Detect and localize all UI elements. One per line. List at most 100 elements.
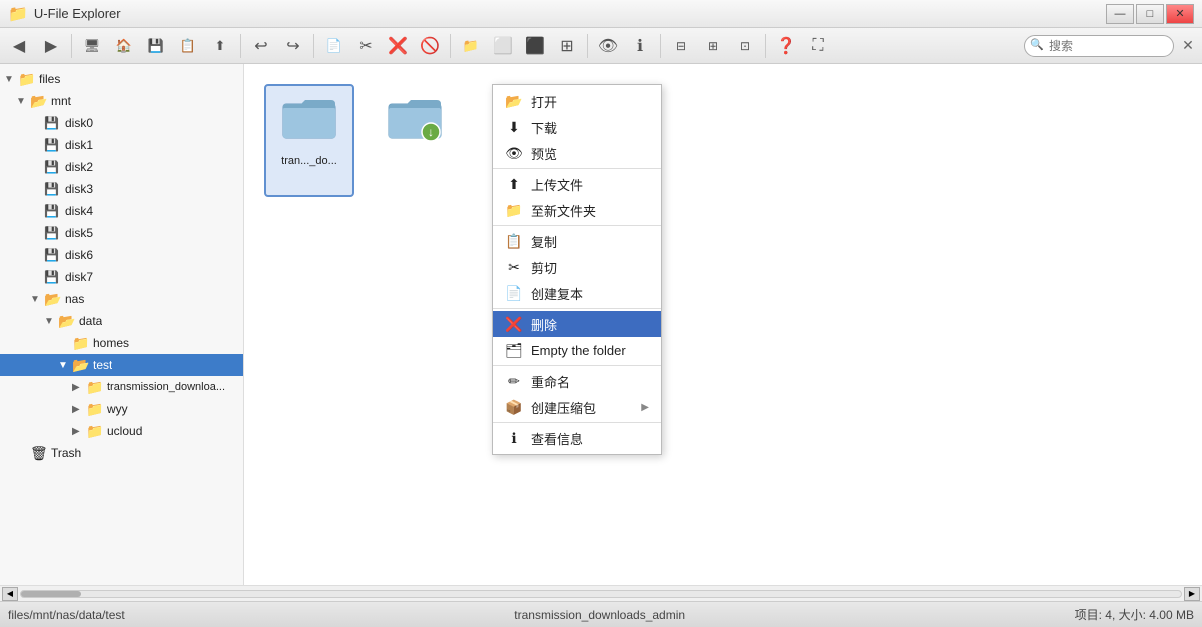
sidebar-item-mnt[interactable]: ▼ 📂 mnt — [0, 90, 243, 112]
arrow-icon: ▼ — [16, 96, 30, 107]
menu-item-label: 创建压缩包 — [531, 398, 633, 417]
sidebar-item-disk1[interactable]: 💾 disk1 — [0, 134, 243, 156]
sidebar-item-files[interactable]: ▼ 📁 files — [0, 68, 243, 90]
disk-icon: 💾 — [44, 226, 62, 240]
sidebar-item-label: ucloud — [107, 424, 142, 438]
menu-item-download[interactable]: ⬇ 下载 — [493, 114, 661, 140]
menu-item-label: 创建复本 — [531, 284, 649, 303]
status-bar: files/mnt/nas/data/test transmission_dow… — [0, 601, 1202, 627]
save-button[interactable]: 💾 — [141, 32, 171, 60]
forward-button[interactable]: ▶ — [36, 32, 66, 60]
copy-button[interactable]: 📄 — [319, 32, 349, 60]
folder-icon: 📁 — [72, 335, 90, 352]
expand-button[interactable]: ⛶ — [803, 32, 833, 60]
menu-item-compress[interactable]: 📦 创建压缩包 ▶ — [493, 394, 661, 420]
tool1-button[interactable]: ⊟ — [666, 32, 696, 60]
sidebar-item-nas[interactable]: ▼ 📂 nas — [0, 288, 243, 310]
search-wrap — [1024, 35, 1174, 57]
clear-search-button[interactable]: ✕ — [1178, 36, 1198, 56]
delete-button[interactable]: ❌ — [383, 32, 413, 60]
sidebar-item-disk5[interactable]: 💾 disk5 — [0, 222, 243, 244]
menu-item-empty-folder[interactable]: 🗂 Empty the folder — [493, 337, 661, 363]
menu-item-open[interactable]: 📂 打开 — [493, 88, 661, 114]
view-button[interactable]: 👁 — [593, 32, 623, 60]
arrow-icon: ▼ — [44, 316, 58, 327]
window-controls[interactable]: — □ ✕ — [1106, 4, 1194, 24]
sidebar-item-disk6[interactable]: 💾 disk6 — [0, 244, 243, 266]
sidebar-resizer[interactable] — [239, 64, 243, 585]
scrollbar-track[interactable] — [20, 590, 1182, 598]
menu-item-copy[interactable]: 📋 复制 — [493, 228, 661, 254]
compress-icon: 📦 — [505, 399, 523, 416]
sidebar-item-transmission[interactable]: ▶ 📁 transmission_downloa... — [0, 376, 243, 398]
cut-button[interactable]: ✂ — [351, 32, 381, 60]
minimize-button[interactable]: — — [1106, 4, 1134, 24]
menu-item-preview[interactable]: 👁 预览 — [493, 140, 661, 166]
sidebar-item-disk4[interactable]: 💾 disk4 — [0, 200, 243, 222]
grid-button[interactable]: ⊞ — [552, 32, 582, 60]
menu-item-label: 查看信息 — [531, 429, 649, 448]
file-label: tran..._do... — [281, 155, 337, 167]
sidebar-item-label: homes — [93, 336, 129, 350]
menu-item-info[interactable]: ℹ 查看信息 — [493, 425, 661, 451]
back-button[interactable]: ◀ — [4, 32, 34, 60]
menu-item-cut[interactable]: ✂ 剪切 — [493, 254, 661, 280]
sidebar-item-label: disk3 — [65, 182, 93, 196]
select-button[interactable]: ⬜ — [488, 32, 518, 60]
sidebar-item-wyy[interactable]: ▶ 📁 wyy — [0, 398, 243, 420]
separator-1 — [71, 34, 72, 58]
arrow-icon: ▶ — [72, 404, 86, 415]
scroll-left-button[interactable]: ◀ — [2, 587, 18, 601]
sidebar-item-label: disk0 — [65, 116, 93, 130]
file-item-folder2[interactable]: ↓ — [370, 84, 460, 197]
menu-item-label: 重命名 — [531, 372, 649, 391]
status-info: 项目: 4, 大小: 4.00 MB — [1075, 606, 1194, 623]
sidebar-item-ucloud[interactable]: ▶ 📁 ucloud — [0, 420, 243, 442]
tool2-button[interactable]: ⊞ — [698, 32, 728, 60]
sidebar-item-data[interactable]: ▼ 📂 data — [0, 310, 243, 332]
new-folder-button[interactable]: 📁 — [456, 32, 486, 60]
info-icon: ℹ — [505, 430, 523, 447]
cancel-button[interactable]: 🚫 — [415, 32, 445, 60]
file-item-folder1[interactable]: tran..._do... — [264, 84, 354, 197]
status-selection: transmission_downloads_admin — [125, 608, 1075, 622]
tool3-button[interactable]: ⊡ — [730, 32, 760, 60]
sidebar-item-test[interactable]: ▼ 📂 test — [0, 354, 243, 376]
redo-button[interactable]: ↪ — [278, 32, 308, 60]
separator-4 — [450, 34, 451, 58]
copy-icon: 📋 — [505, 233, 523, 250]
upload-button[interactable]: ⬆ — [205, 32, 235, 60]
sidebar-item-trash[interactable]: 🗑 Trash — [0, 442, 243, 464]
home-button[interactable]: 🏠 — [109, 32, 139, 60]
close-button[interactable]: ✕ — [1166, 4, 1194, 24]
menu-item-new-folder[interactable]: 📁 至新文件夹 — [493, 197, 661, 223]
sidebar-item-label: transmission_downloa... — [107, 381, 225, 393]
folder-open-icon: 📂 — [44, 291, 62, 308]
maximize-button[interactable]: □ — [1136, 4, 1164, 24]
menu-item-duplicate[interactable]: 📄 创建复本 — [493, 280, 661, 306]
toolbar: ◀ ▶ 🖥 🏠 💾 📋 ⬆ ↩ ↪ 📄 ✂ ❌ 🚫 📁 ⬜ ⬛ ⊞ 👁 ℹ ⊟ … — [0, 28, 1202, 64]
menu-item-upload-file[interactable]: ⬆ 上传文件 — [493, 171, 661, 197]
menu-separator-1 — [493, 168, 661, 169]
menu-item-label: 上传文件 — [531, 175, 649, 194]
open-icon: 📂 — [505, 93, 523, 110]
select-all-button[interactable]: ⬛ — [520, 32, 550, 60]
sidebar-item-disk0[interactable]: 💾 disk0 — [0, 112, 243, 134]
undo-button[interactable]: ↩ — [246, 32, 276, 60]
sidebar-item-label: wyy — [107, 402, 128, 416]
info-button[interactable]: ℹ — [625, 32, 655, 60]
sidebar-item-disk7[interactable]: 💾 disk7 — [0, 266, 243, 288]
sidebar-item-disk3[interactable]: 💾 disk3 — [0, 178, 243, 200]
scroll-right-button[interactable]: ▶ — [1184, 587, 1200, 601]
menu-item-delete[interactable]: ❌ 删除 — [493, 311, 661, 337]
folder-icon: 📁 — [86, 379, 104, 396]
scrollbar-thumb[interactable] — [21, 591, 81, 597]
search-input[interactable] — [1024, 35, 1174, 57]
menu-item-rename[interactable]: ✏ 重命名 — [493, 368, 661, 394]
sidebar-item-disk2[interactable]: 💾 disk2 — [0, 156, 243, 178]
save-as-button[interactable]: 📋 — [173, 32, 203, 60]
sidebar-item-homes[interactable]: 📁 homes — [0, 332, 243, 354]
menu-item-label: 至新文件夹 — [531, 201, 649, 220]
computer-button[interactable]: 🖥 — [77, 32, 107, 60]
help-button[interactable]: ❓ — [771, 32, 801, 60]
